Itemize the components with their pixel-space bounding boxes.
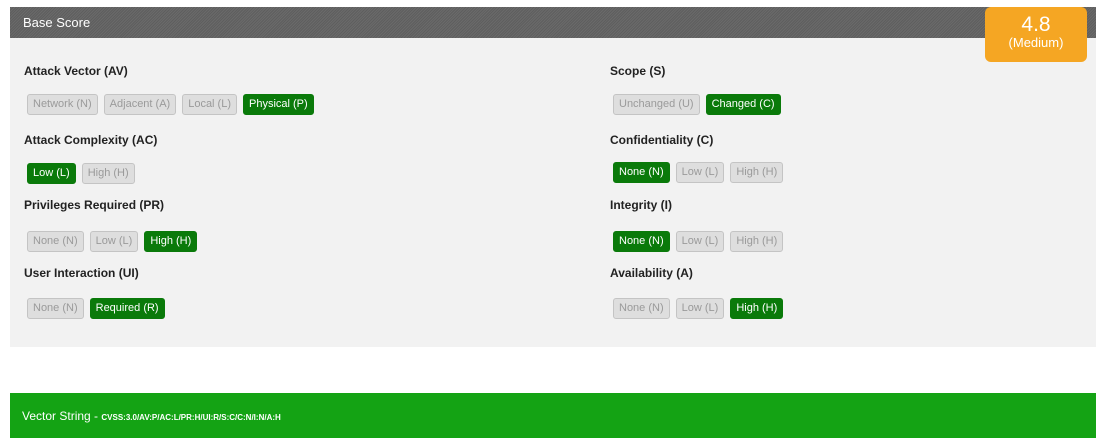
vector-string: Vector String - CVSS:3.0/AV:P/AC:L/PR:H/… xyxy=(22,409,281,423)
privileges-required-label: Privileges Required (PR) xyxy=(24,198,165,212)
av-option-local-l[interactable]: Local (L) xyxy=(182,94,237,115)
pr-option-high-h[interactable]: High (H) xyxy=(144,231,198,252)
availability-options: None (N) Low (L) High (H) xyxy=(613,298,784,319)
scope-options: Unchanged (U) Changed (C) xyxy=(613,94,781,115)
s-option-unchanged-u[interactable]: Unchanged (U) xyxy=(613,94,700,115)
panel-header: Base Score xyxy=(10,7,1096,38)
vector-string-bar: Vector String - CVSS:3.0/AV:P/AC:L/PR:H/… xyxy=(10,393,1096,438)
ac-option-low-l[interactable]: Low (L) xyxy=(27,163,76,184)
pr-option-none-n[interactable]: None (N) xyxy=(27,231,84,252)
scope-label: Scope (S) xyxy=(610,64,666,78)
i-option-low-l[interactable]: Low (L) xyxy=(675,231,725,252)
c-option-low-l[interactable]: Low (L) xyxy=(675,162,725,183)
c-option-high-h[interactable]: High (H) xyxy=(730,162,784,183)
score-severity: (Medium) xyxy=(1008,35,1064,50)
ui-option-none-n[interactable]: None (N) xyxy=(27,298,84,319)
a-option-low-l[interactable]: Low (L) xyxy=(675,298,725,319)
user-interaction-options: None (N) Required (R) xyxy=(27,298,165,319)
i-option-high-h[interactable]: High (H) xyxy=(730,231,784,252)
a-option-high-h[interactable]: High (H) xyxy=(730,298,784,319)
av-option-network-n[interactable]: Network (N) xyxy=(27,94,98,115)
vector-string-value[interactable]: CVSS:3.0/AV:P/AC:L/PR:H/UI:R/S:C/C:N/I:N… xyxy=(101,413,280,422)
privileges-required-options: None (N) Low (L) High (H) xyxy=(27,231,198,252)
vector-string-label: Vector String - xyxy=(22,409,99,423)
av-option-physical-p[interactable]: Physical (P) xyxy=(243,94,314,115)
base-score-panel: Base Score Attack Vector (AV) Network (N… xyxy=(10,7,1096,347)
confidentiality-label: Confidentiality (C) xyxy=(610,133,714,147)
integrity-label: Integrity (I) xyxy=(610,198,672,212)
availability-label: Availability (A) xyxy=(610,266,693,280)
attack-complexity-label: Attack Complexity (AC) xyxy=(24,133,158,147)
pr-option-low-l[interactable]: Low (L) xyxy=(89,231,139,252)
panel-title: Base Score xyxy=(23,15,91,30)
attack-vector-options: Network (N) Adjacent (A) Local (L) Physical… xyxy=(27,94,314,115)
av-option-adjacent-a[interactable]: Adjacent (A) xyxy=(103,94,177,115)
i-option-none-n[interactable]: None (N) xyxy=(613,231,670,252)
ac-option-high-h[interactable]: High (H) xyxy=(81,163,135,184)
ui-option-required-r[interactable]: Required (R) xyxy=(89,298,165,319)
score-value: 4.8 xyxy=(1021,13,1051,36)
c-option-none-n[interactable]: None (N) xyxy=(613,162,670,183)
integrity-options: None (N) Low (L) High (H) xyxy=(613,231,784,252)
attack-complexity-options: Low (L) High (H) xyxy=(27,163,135,184)
attack-vector-label: Attack Vector (AV) xyxy=(24,64,128,78)
score-badge: 4.8 (Medium) xyxy=(985,7,1087,62)
a-option-none-n[interactable]: None (N) xyxy=(613,298,670,319)
s-option-changed-c[interactable]: Changed (C) xyxy=(705,94,781,115)
user-interaction-label: User Interaction (UI) xyxy=(24,266,139,280)
confidentiality-options: None (N) Low (L) High (H) xyxy=(613,162,784,183)
